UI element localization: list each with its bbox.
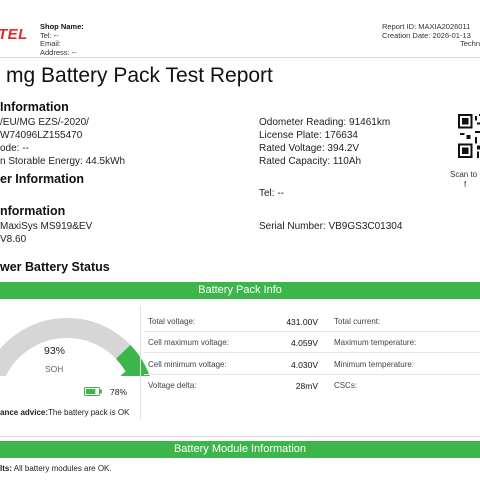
- qr-caption: Scan to f: [450, 170, 477, 189]
- autel-logo: TEL: [0, 26, 28, 43]
- soh-gauge: [0, 318, 150, 376]
- advice-label: ance advice:: [0, 408, 49, 417]
- row-label-right: Minimum temperature:: [334, 360, 415, 369]
- rated-voltage: Rated Voltage: 394.2V: [259, 143, 360, 154]
- row-divider: [144, 352, 480, 353]
- row-label: Total voltage:: [148, 317, 196, 326]
- device-serial: Serial Number: VB9GS3C01304: [259, 221, 403, 232]
- vehicle-vin: W74096LZ155470: [0, 130, 83, 141]
- storable-energy: n Storable Energy: 44.5kWh: [0, 156, 126, 167]
- advice-text: The battery pack is OK: [48, 408, 130, 417]
- report-header: TEL Shop Name: Tel: -- Email: Address: -…: [0, 0, 480, 58]
- qr-caption-line1: Scan to: [450, 170, 478, 179]
- odometer-reading: Odometer Reading: 91461km: [259, 117, 391, 128]
- row-value: 4.059V: [291, 338, 318, 348]
- device-info-heading: nformation: [0, 204, 66, 218]
- battery-charge-fill: [86, 389, 96, 394]
- device-version: V8.60: [0, 234, 27, 245]
- technician-label: Techn: [460, 39, 480, 49]
- panel-divider: [140, 306, 141, 420]
- vehicle-model: /EU/MG EZS/-2020/: [0, 117, 89, 128]
- report-title: mg Battery Pack Test Report: [6, 64, 273, 87]
- row-label-right: CSCs:: [334, 381, 358, 390]
- battery-status-heading: wer Battery Status: [0, 260, 110, 274]
- module-results-label: lts:: [0, 464, 12, 473]
- qr-caption-line2: f: [464, 179, 467, 189]
- row-label-right: Total current:: [334, 317, 381, 326]
- section-divider: [0, 436, 480, 437]
- shop-address: Address: --: [40, 47, 77, 57]
- module-results: lts: All battery modules are OK.: [0, 464, 112, 473]
- vehicle-code: ode: --: [0, 143, 29, 154]
- qr-code-icon[interactable]: [458, 114, 480, 158]
- row-value: 28mV: [295, 381, 318, 391]
- row-label: Voltage delta:: [148, 381, 197, 390]
- row-divider: [144, 374, 480, 375]
- row-divider: [144, 331, 480, 332]
- license-plate: License Plate: 176634: [259, 130, 358, 141]
- battery-charge-percent: 78%: [110, 387, 128, 397]
- row-value: 431.00V: [286, 317, 318, 327]
- vehicle-info-heading: Information: [0, 100, 69, 114]
- report-meta: Report ID: MAXIA2026011 Creation Date: 2…: [382, 22, 480, 49]
- battery-icon: [84, 387, 102, 396]
- row-label-right: Maximum temperature:: [334, 338, 417, 347]
- battery-pack-info-bar: Battery Pack Info: [0, 282, 480, 299]
- gauge-track: [0, 318, 150, 376]
- row-value: 4.030V: [291, 360, 318, 370]
- row-label: Cell maximum voltage:: [148, 338, 229, 347]
- battery-module-info-bar: Battery Module Information: [0, 441, 480, 458]
- device-name: MaxiSys MS919&EV: [0, 221, 93, 232]
- customer-tel: Tel: --: [259, 188, 284, 199]
- customer-info-heading: er Information: [0, 172, 85, 186]
- soh-label: SOH: [45, 364, 64, 374]
- shop-info: Shop Name: Tel: -- Email: Address: --: [40, 22, 84, 57]
- rated-capacity: Rated Capacity: 110Ah: [259, 156, 362, 167]
- module-results-text: All battery modules are OK.: [13, 464, 112, 473]
- soh-value: 93%: [44, 345, 66, 357]
- row-label: Cell minimum voltage:: [148, 360, 227, 369]
- maintenance-advice: ance advice:The battery pack is OK: [0, 408, 129, 417]
